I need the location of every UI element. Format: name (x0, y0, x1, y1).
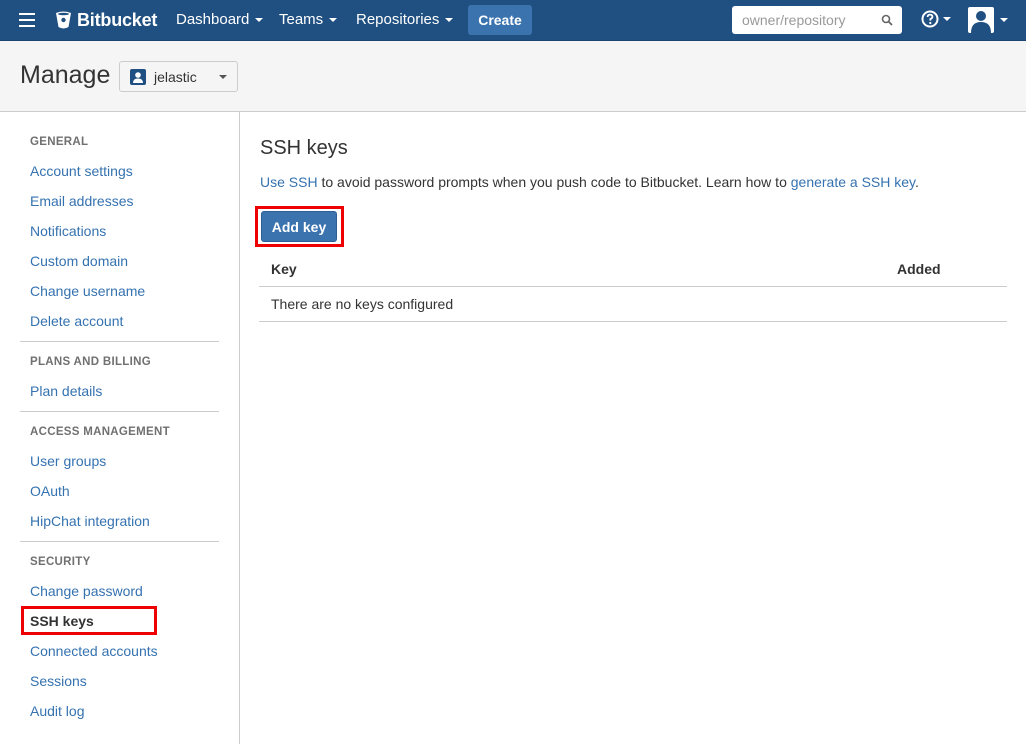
nav-repositories[interactable]: Repositories (356, 11, 454, 28)
user-icon (971, 11, 991, 33)
account-name: jelastic (154, 68, 197, 85)
avatar (968, 7, 994, 33)
sidebar-item-oauth[interactable]: OAuth (30, 483, 70, 499)
search-input[interactable] (732, 6, 902, 34)
create-button[interactable]: Create (468, 5, 532, 35)
account-selector[interactable]: jelastic (119, 61, 238, 92)
sidebar-heading-access-management: ACCESS MANAGEMENT (30, 426, 170, 438)
sidebar-item-change-username[interactable]: Change username (30, 283, 145, 299)
chevron-down-icon (445, 17, 454, 22)
repository-search (732, 6, 902, 34)
menu-icon[interactable] (19, 13, 37, 27)
sidebar-item-email-addresses[interactable]: Email addresses (30, 193, 134, 209)
sidebar-item-plan-details[interactable]: Plan details (30, 383, 102, 399)
sidebar-item-hipchat-integration[interactable]: HipChat integration (30, 513, 150, 529)
page-title: Manage (20, 61, 111, 89)
sidebar-heading-plans-billing: PLANS AND BILLING (30, 356, 151, 368)
column-header-key: Key (271, 261, 297, 277)
chevron-down-icon (219, 75, 227, 79)
section-title: SSH keys (260, 137, 348, 159)
intro-text-part1: to avoid password prompts when you push … (317, 174, 791, 190)
sidebar-divider (20, 541, 219, 542)
sidebar-divider (20, 411, 219, 412)
column-header-added: Added (897, 261, 941, 277)
intro-text: Use SSH to avoid password prompts when y… (260, 174, 919, 190)
sidebar-heading-general: GENERAL (30, 136, 89, 148)
user-menu[interactable] (968, 7, 1008, 33)
intro-text-part2: . (915, 174, 919, 190)
sidebar-item-delete-account[interactable]: Delete account (30, 313, 123, 329)
nav-teams-label: Teams (279, 11, 324, 28)
nav-dashboard[interactable]: Dashboard (176, 11, 264, 28)
annotation-highlight-ssh-keys (21, 606, 157, 635)
sidebar-item-user-groups[interactable]: User groups (30, 453, 106, 469)
sidebar-heading-security: SECURITY (30, 556, 91, 568)
chevron-down-icon (255, 17, 264, 22)
search-icon[interactable] (881, 14, 893, 26)
sidebar-item-sessions[interactable]: Sessions (30, 673, 87, 689)
bitbucket-logo[interactable]: Bitbucket (55, 9, 157, 31)
sidebar-divider (20, 341, 219, 342)
sidebar-item-account-settings[interactable]: Account settings (30, 163, 133, 179)
chevron-down-icon (1000, 18, 1008, 22)
chevron-down-icon (329, 17, 338, 22)
chevron-down-icon (943, 17, 951, 21)
empty-table-message: There are no keys configured (271, 296, 454, 312)
help-icon (921, 10, 939, 28)
use-ssh-link[interactable]: Use SSH (260, 174, 318, 190)
table-header-divider (259, 286, 1007, 287)
bucket-icon (56, 11, 71, 29)
generate-ssh-key-link[interactable]: generate a SSH key (791, 174, 915, 190)
logo-text: Bitbucket (77, 9, 158, 30)
help-menu[interactable] (921, 10, 951, 28)
sidebar-item-notifications[interactable]: Notifications (30, 223, 106, 239)
annotation-highlight-add-key (255, 206, 344, 247)
nav-dashboard-label: Dashboard (176, 11, 250, 28)
user-icon (130, 68, 146, 85)
page-header: Manage jelastic (0, 41, 1026, 112)
table-bottom-divider (259, 321, 1007, 322)
sidebar-item-audit-log[interactable]: Audit log (30, 703, 84, 719)
nav-teams[interactable]: Teams (279, 11, 338, 28)
sidebar-item-custom-domain[interactable]: Custom domain (30, 253, 128, 269)
nav-repositories-label: Repositories (356, 11, 440, 28)
sidebar-item-change-password[interactable]: Change password (30, 583, 143, 599)
top-navigation-bar: Bitbucket Dashboard Teams Repositories C… (0, 0, 1026, 41)
sidebar-item-connected-accounts[interactable]: Connected accounts (30, 643, 158, 659)
